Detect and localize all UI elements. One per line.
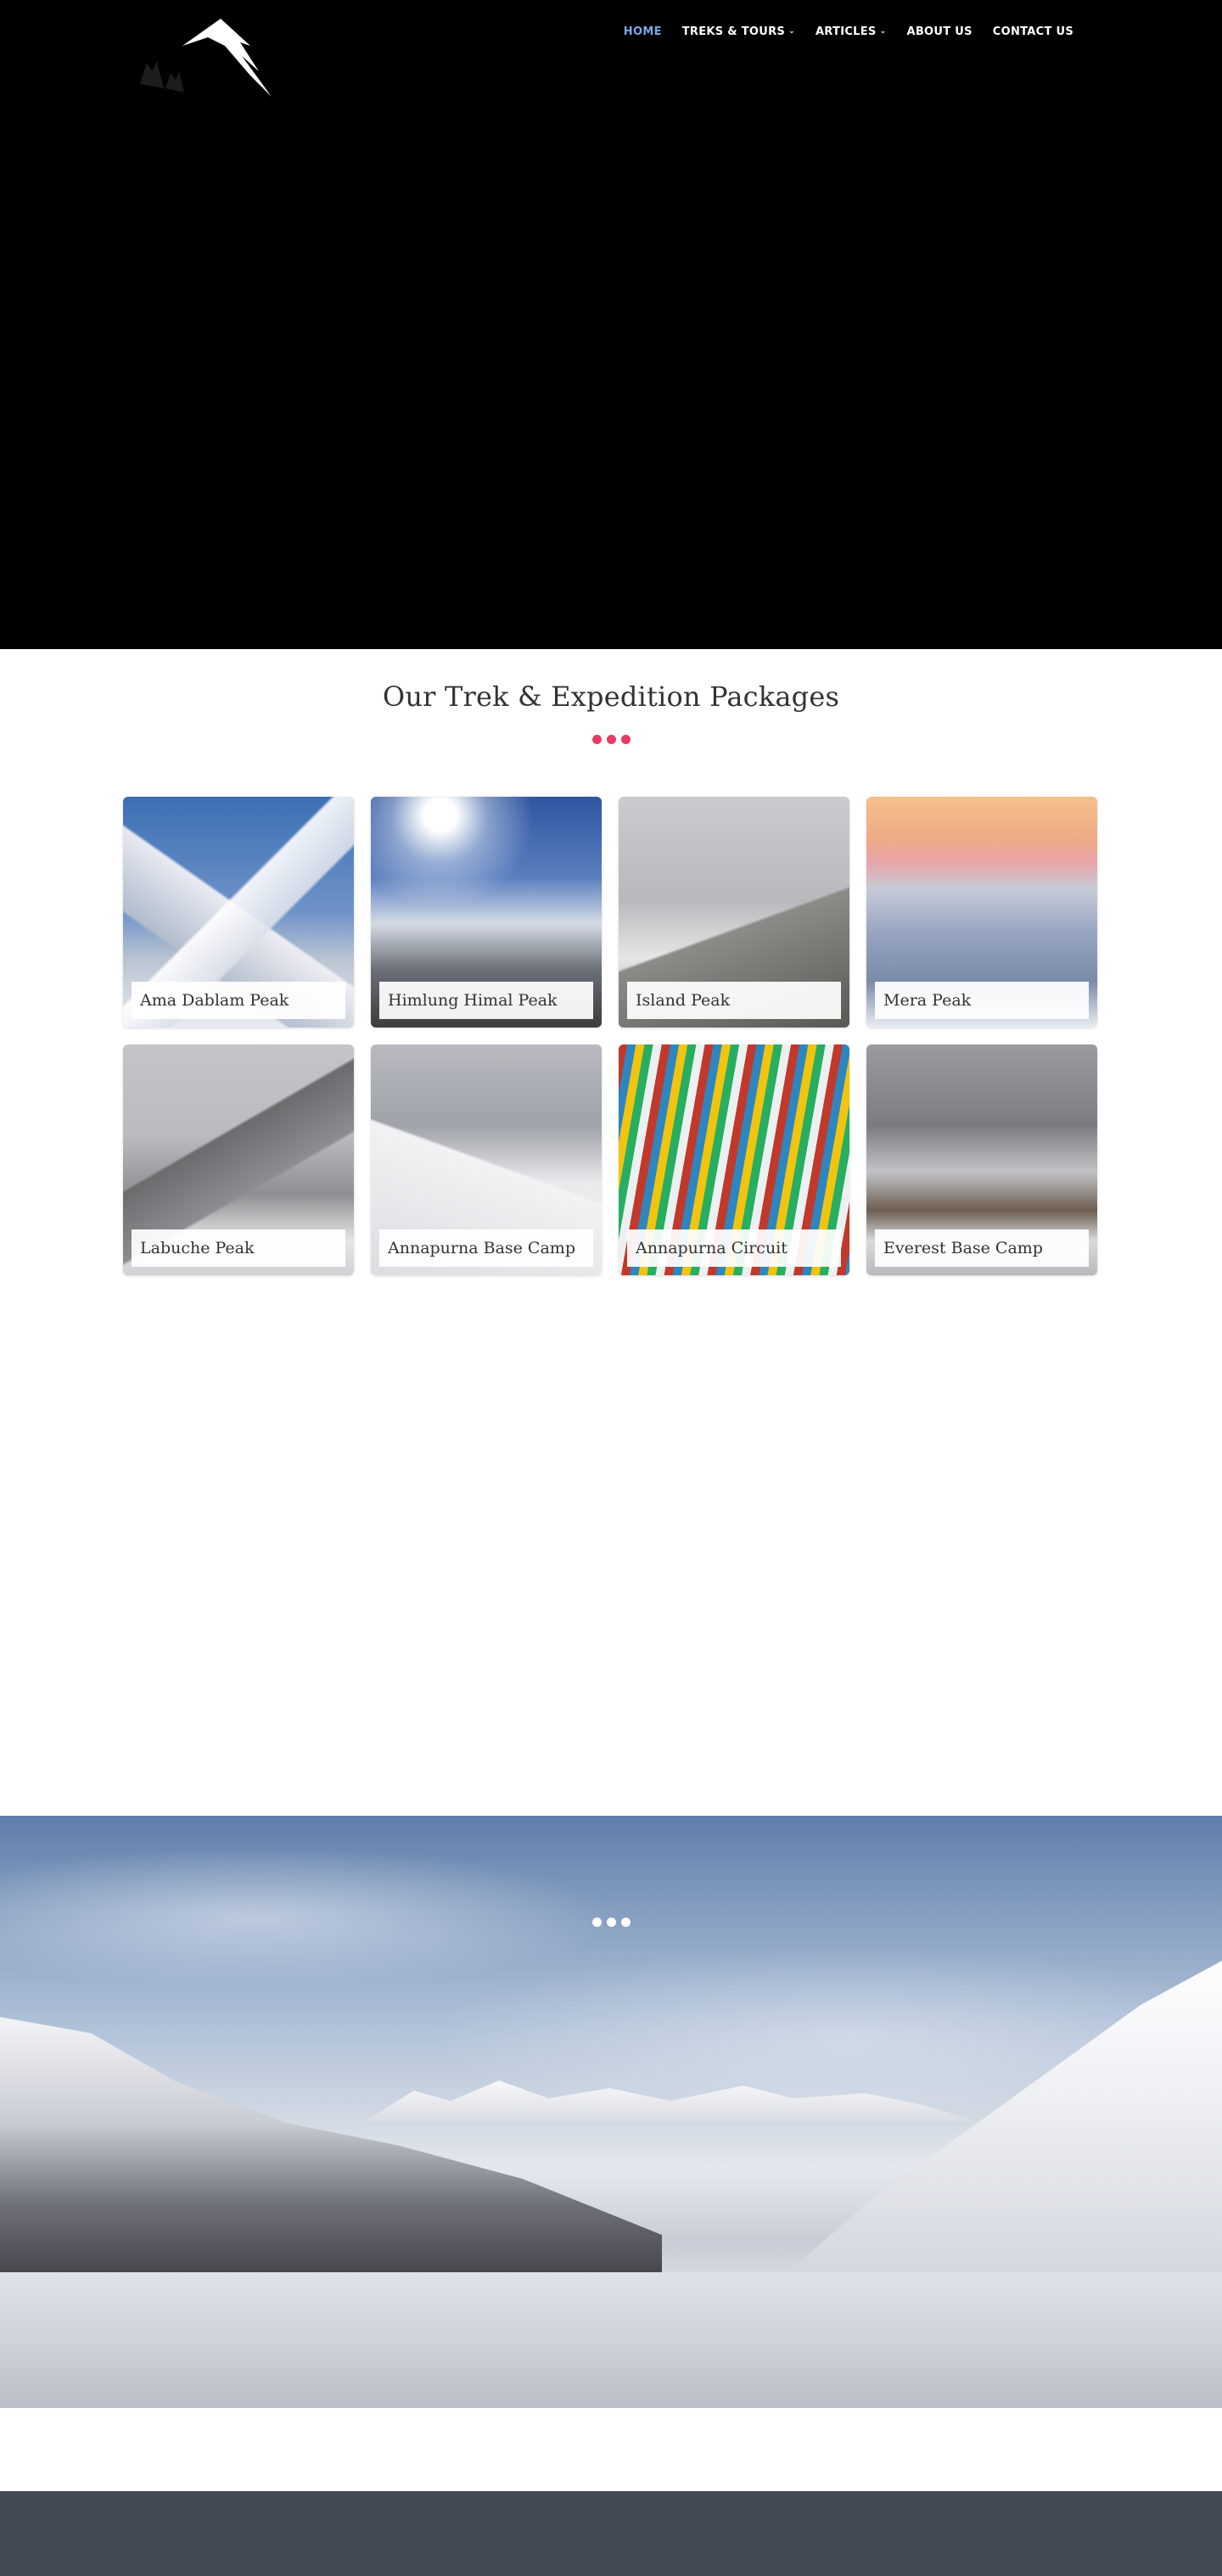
nav-treks-tours[interactable]: TREKS & TOURS ⌄ [682,25,795,38]
package-card-label: Island Peak [627,982,841,1019]
divider-dot [620,1918,631,1927]
package-card-label: Labuche Peak [132,1229,345,1267]
package-card-annapurna-circuit[interactable]: Annapurna Circuit [619,1044,849,1275]
nav-articles[interactable]: ARTICLES ⌄ [816,25,887,38]
main-navigation: HOME TREKS & TOURS ⌄ ARTICLES ⌄ ABOUT US… [624,25,1073,38]
nav-treks-tours-label: TREKS & TOURS [681,25,786,38]
packages-grid: Ama Dablam Peak Himlung Himal Peak Islan… [123,797,1099,1275]
chevron-down-icon: ⌄ [788,26,795,36]
package-card-label: Annapurna Base Camp [379,1229,593,1267]
package-card-himlung-himal[interactable]: Himlung Himal Peak [371,797,602,1028]
divider-dot [620,735,631,744]
nav-contact-us[interactable]: CONTACT US [993,25,1073,38]
banner-divider-dots [0,1918,1222,1927]
snowfield-shape [0,2272,1222,2408]
divider-dot [606,735,616,744]
package-card-label: Everest Base Camp [875,1229,1089,1267]
mountain-banner-image [0,1816,1222,2408]
nav-home[interactable]: HOME [624,25,662,38]
package-card-everest-base-camp[interactable]: Everest Base Camp [866,1044,1097,1275]
left-ridge-shape [0,2011,662,2291]
packages-title: Our Trek & Expedition Packages [382,680,840,713]
package-card-label: Himlung Himal Peak [379,982,593,1019]
chevron-down-icon: ⌄ [879,26,887,36]
package-card-mera-peak[interactable]: Mera Peak [866,797,1097,1028]
package-card-label: Mera Peak [875,982,1089,1019]
mountain-range-shape [365,2080,976,2121]
section-divider-dots [0,735,1222,744]
nav-contact-us-label: CONTACT US [992,25,1073,38]
divider-dot [591,735,602,744]
nav-about-us-label: ABOUT US [906,25,973,38]
package-card-annapurna-base-camp[interactable]: Annapurna Base Camp [371,1044,602,1275]
footer [0,2491,1222,2576]
package-card-label: Annapurna Circuit [627,1229,841,1267]
nav-articles-label: ARTICLES [815,25,877,38]
nav-home-label: HOME [623,25,662,38]
right-slope-shape [747,1952,1222,2308]
mountain-logo-icon[interactable] [123,12,318,105]
package-card-ama-dablam[interactable]: Ama Dablam Peak [123,797,354,1028]
package-card-label: Ama Dablam Peak [132,982,345,1019]
divider-dot [606,1918,616,1927]
package-card-island-peak[interactable]: Island Peak [619,797,849,1028]
package-card-labuche-peak[interactable]: Labuche Peak [123,1044,354,1275]
divider-dot [591,1918,602,1927]
nav-about-us[interactable]: ABOUT US [906,25,972,38]
hero-section: HOME TREKS & TOURS ⌄ ARTICLES ⌄ ABOUT US… [0,0,1222,649]
